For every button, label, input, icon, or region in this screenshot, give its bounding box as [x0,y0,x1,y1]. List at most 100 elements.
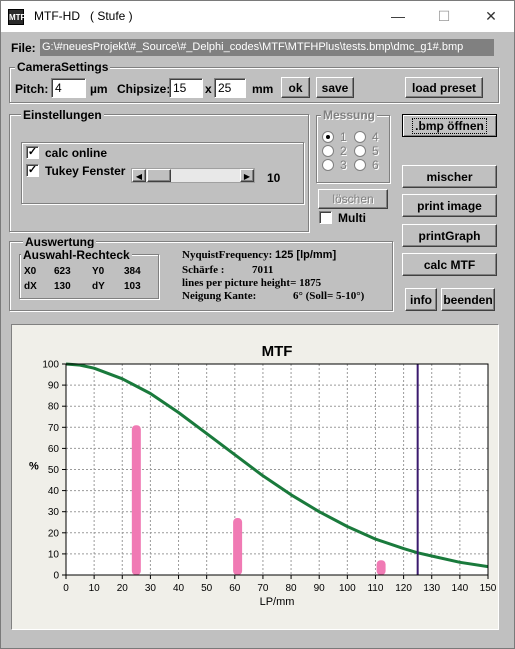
mischer-button[interactable]: mischer [402,165,497,188]
dy-label: dY [92,281,105,292]
chart-title: MTF [262,343,293,360]
calc-online-checkbox[interactable]: ✓ [26,146,39,159]
ok-button[interactable]: ok [281,77,310,98]
print-graph-button[interactable]: printGraph [402,224,497,247]
y-tick-label: 30 [48,507,60,518]
schaerfe-value: 7011 [252,264,274,276]
x-tick-label: 150 [480,583,497,594]
pitch-unit: µm [90,82,108,96]
lines-per-height: lines per picture height= 1875 [182,277,322,289]
pitch-label: Pitch: [15,82,49,96]
calc-online-label: calc online [45,146,108,160]
y-tick-label: 0 [53,571,59,582]
slider-left-arrow-icon[interactable]: ◀ [132,169,146,182]
title-bar[interactable]: MTF MTF-HD ( Stufe ) — ☐ ✕ [1,1,514,32]
print-image-button[interactable]: print image [402,194,497,217]
neigung-value: 6° (Soll= 5-10°) [293,290,365,302]
y-axis-label: % [29,461,39,473]
x-tick-label: 10 [89,583,101,594]
minimize-icon[interactable]: — [375,1,421,32]
messung-radio-5-label: 5 [372,144,379,158]
y0-label: Y0 [92,266,105,277]
x-tick-label: 90 [314,583,326,594]
x-tick-label: 30 [145,583,157,594]
bmp-open-button[interactable]: .bmp öffnen [402,114,497,137]
x-tick-label: 40 [173,583,185,594]
dx-value: 130 [54,281,71,292]
multi-label: Multi [338,211,366,225]
camera-settings-title: CameraSettings [15,60,111,74]
auswertung-title: Auswertung [23,235,97,249]
pink-bar [233,518,243,575]
messung-radio-1-label: 1 [340,130,347,144]
chip-unit: mm [252,82,274,96]
y-tick-label: 80 [48,402,60,413]
calc-mtf-button[interactable]: calc MTF [402,253,497,276]
chip-x-label: x [205,82,212,96]
messung-radio-2-label: 2 [340,144,347,158]
bmp-open-label: .bmp öffnen [412,117,487,134]
y-tick-label: 60 [48,444,60,455]
messung-radio-4-label: 4 [372,130,379,144]
y-tick-label: 40 [48,486,60,497]
messung-radio-3[interactable] [322,159,334,171]
slider-thumb[interactable] [147,169,171,182]
chart-panel: 0 10 20 30 40 50 60 70 80 90 100 110 120 130 140 150 0 10… [11,324,499,630]
window-title: MTF-HD ( Stufe ) [34,9,133,23]
messung-radio-4[interactable] [354,131,366,143]
schaerfe-label: Schärfe : [182,264,225,276]
loeschen-button[interactable]: löschen [318,189,388,209]
pitch-input[interactable]: 4 [51,78,86,98]
maximize-icon[interactable]: ☐ [421,1,467,32]
x0-label: X0 [24,266,37,277]
file-label: File: [11,41,36,55]
slider-right-arrow-icon[interactable]: ▶ [240,169,254,182]
load-preset-button[interactable]: load preset [405,77,483,98]
mtf-chart: 0 10 20 30 40 50 60 70 80 90 100 110 120 130 140 150 0 10… [29,343,497,608]
y0-value: 384 [124,266,141,277]
beenden-button[interactable]: beenden [441,288,495,311]
chipsize-label: Chipsize: [117,82,171,96]
dx-label: dX [24,281,37,292]
app-icon: MTF [8,9,25,25]
file-path: G:\#neuesProjekt\#_Source\#_Delphi_codes… [40,39,494,56]
close-icon[interactable]: ✕ [468,1,514,32]
pink-bar [376,560,386,575]
messung-radio-5[interactable] [354,145,366,157]
x-tick-label: 100 [339,583,356,594]
main-window: MTF MTF-HD ( Stufe ) — ☐ ✕ File: G:\#neu… [0,0,515,649]
y-tick-label: 100 [42,360,59,371]
messung-radio-2[interactable] [322,145,334,157]
y-tick-label: 90 [48,381,60,392]
x-tick-label: 110 [367,583,383,594]
plot-area [66,364,488,575]
y-tick-label: 10 [48,549,60,560]
messung-radio-3-label: 3 [340,158,347,172]
x-tick-label: 20 [117,583,129,594]
multi-checkbox[interactable] [319,211,332,224]
x-tick-label: 50 [201,583,213,594]
save-button[interactable]: save [316,77,354,98]
x0-value: 623 [54,266,71,277]
y-tick-label: 70 [48,423,60,434]
x-tick-label: 80 [286,583,298,594]
tukey-label: Tukey Fenster [45,164,126,178]
x-tick-label: 0 [63,583,69,594]
x-tick-label: 140 [452,583,469,594]
chip-width-input[interactable]: 15 [169,78,203,98]
tukey-checkbox[interactable]: ✓ [26,164,39,177]
messung-radio-6-label: 6 [372,158,379,172]
messung-radio-6[interactable] [354,159,366,171]
messung-radio-1[interactable] [322,131,334,143]
info-button[interactable]: info [405,288,437,311]
x-tick-label: 60 [229,583,241,594]
nyquist-line: NyquistFrequency: 125 [lp/mm] [182,249,337,261]
slider-value: 10 [267,171,281,185]
tukey-slider[interactable]: ◀ ▶ [131,168,255,183]
y-tick-label: 50 [48,465,60,476]
dy-value: 103 [124,281,141,292]
x-tick-label: 120 [395,583,412,594]
pink-bar [131,425,141,575]
chip-height-input[interactable]: 25 [214,78,246,98]
x-tick-label: 130 [423,583,440,594]
